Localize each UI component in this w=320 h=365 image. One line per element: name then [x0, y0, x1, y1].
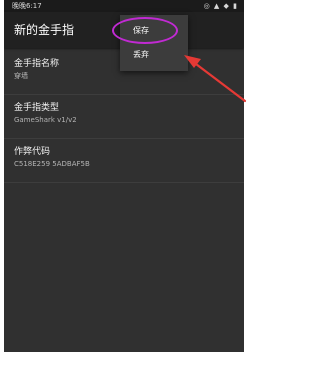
- pointer-arrow: [184, 55, 247, 103]
